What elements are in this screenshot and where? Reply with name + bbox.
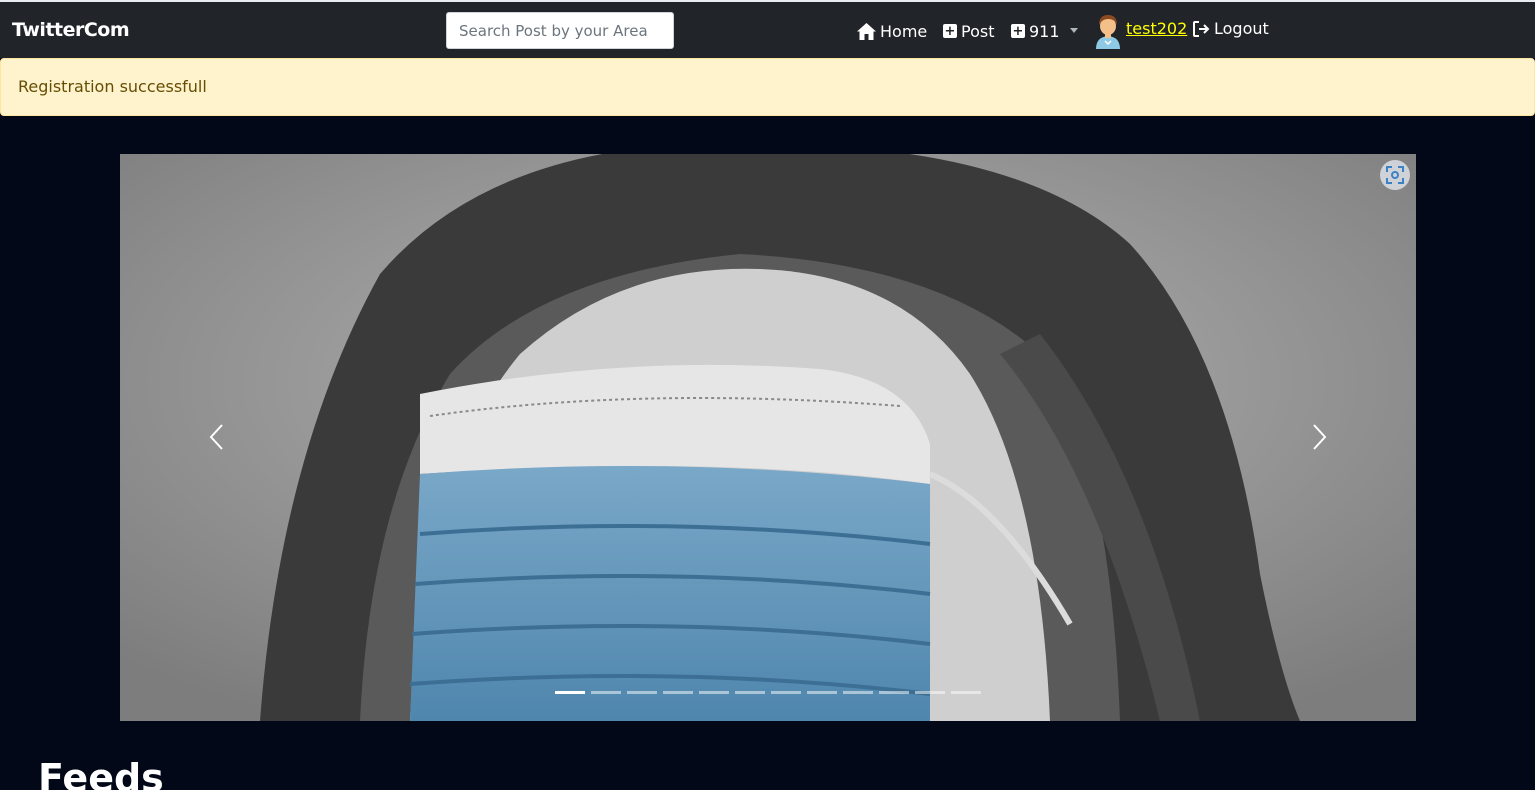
carousel-indicator[interactable]	[627, 691, 657, 694]
carousel-indicator[interactable]	[879, 691, 909, 694]
logout-link[interactable]: Logout	[1193, 19, 1269, 38]
logout-icon	[1193, 20, 1210, 37]
brand-logo[interactable]: TwitterCom	[12, 19, 130, 41]
nav-911-label: 911	[1029, 21, 1060, 41]
carousel-indicator[interactable]	[735, 691, 765, 694]
username-link[interactable]: test202	[1126, 19, 1187, 38]
search-input[interactable]	[446, 12, 674, 49]
user-avatar[interactable]	[1093, 13, 1123, 49]
plus-square-icon: +	[1011, 23, 1025, 39]
feeds-heading: Feeds	[38, 756, 164, 790]
carousel-indicator[interactable]	[843, 691, 873, 694]
lens-icon	[1386, 166, 1404, 184]
nav-post-link[interactable]: + Post	[943, 19, 994, 43]
carousel-indicator[interactable]	[951, 691, 981, 694]
image-carousel	[120, 154, 1416, 721]
chevron-right-icon	[1313, 424, 1327, 450]
carousel-indicators	[555, 691, 981, 694]
carousel-indicator[interactable]	[807, 691, 837, 694]
carousel-indicator[interactable]	[915, 691, 945, 694]
carousel-indicator[interactable]	[771, 691, 801, 694]
carousel-prev-button[interactable]	[202, 422, 232, 452]
carousel-indicator[interactable]	[555, 691, 585, 694]
nav-home-label: Home	[880, 21, 928, 41]
carousel-next-button[interactable]	[1304, 422, 1334, 452]
plus-square-icon: +	[943, 23, 957, 39]
dropdown-caret-icon[interactable]	[1070, 28, 1078, 33]
carousel-indicator[interactable]	[663, 691, 693, 694]
carousel-indicator[interactable]	[591, 691, 621, 694]
nav-911-link[interactable]: + 911	[1011, 19, 1060, 43]
chevron-left-icon	[209, 424, 223, 450]
nav-post-label: Post	[961, 21, 995, 41]
visual-search-button[interactable]	[1380, 160, 1410, 190]
registration-alert: Registration successfull	[0, 58, 1535, 116]
logout-label: Logout	[1214, 19, 1269, 38]
carousel-indicator[interactable]	[699, 691, 729, 694]
navbar: TwitterCom Home + Post + 911 test202 Log…	[0, 0, 1535, 58]
alert-message: Registration successfull	[18, 77, 207, 96]
carousel-slide-image	[120, 154, 1416, 721]
nav-home-link[interactable]: Home	[857, 19, 927, 43]
home-icon	[857, 22, 876, 40]
